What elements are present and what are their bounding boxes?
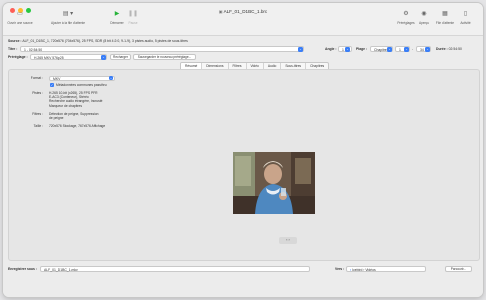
preview-image xyxy=(233,152,315,214)
reload-preset-button[interactable]: Recharger xyxy=(110,54,131,60)
queue-button[interactable]: ▦ File d'attente xyxy=(431,11,459,25)
preview-pager[interactable]: ‹ › xyxy=(279,237,297,244)
range-separator: - xyxy=(412,47,414,51)
chevron-down-icon: ⌄ xyxy=(387,47,392,52)
format-select[interactable]: MKV xyxy=(49,76,115,81)
filters-row: Filtres : Détection de peigne, Suppressi… xyxy=(32,112,99,121)
activity-icon: ▯ xyxy=(463,11,468,17)
save-as-label: Enregistrer sous : xyxy=(8,267,38,271)
title-label: Titre : xyxy=(8,47,18,51)
eye-icon: ◉ xyxy=(421,11,427,17)
passthru-metadata-label: Métadonnées communes passthru xyxy=(56,83,107,87)
app-window: ▣ ALF_01_D1BC_1.brc ▭ Ouvrir une source … xyxy=(3,3,483,297)
passthru-metadata-checkbox[interactable]: ✓ xyxy=(50,83,54,87)
film-icon: ▭ xyxy=(17,11,23,17)
queue-add-icon: ▤ ▾ xyxy=(62,11,74,17)
add-to-queue-button[interactable]: ▤ ▾ Ajouter à la file d'attente xyxy=(46,11,90,25)
open-source-button[interactable]: ▭ Ouvrir une source xyxy=(7,11,33,25)
presets-icon: ⚙ xyxy=(403,11,409,17)
chevron-down-icon: ⌄ xyxy=(404,47,409,52)
angle-label: Angle : xyxy=(325,47,337,51)
destination-label: Vers : xyxy=(335,267,345,271)
presets-button[interactable]: ⚙ Préréglages xyxy=(394,11,418,25)
video-preview-frame xyxy=(233,152,315,214)
chevron-down-icon: ⌄ xyxy=(345,47,350,52)
activity-button[interactable]: ▯ Activité xyxy=(458,11,473,25)
chevron-down-icon: ⌄ xyxy=(101,55,106,60)
chevron-down-icon: ⌄ xyxy=(425,47,430,52)
pause-button[interactable]: ❚❚ Pause xyxy=(126,11,140,25)
duration: Durée : 02:54:50 xyxy=(436,47,462,51)
browse-button[interactable]: Parcourir... xyxy=(445,266,472,272)
chevron-down-icon: ⌄ xyxy=(298,47,303,52)
queue-icon: ▦ xyxy=(442,11,448,17)
destination-path-control[interactable]: ▪ Icebird › Vidéos xyxy=(346,266,426,272)
preset-label: Préréglage : xyxy=(8,55,28,59)
range-label: Plage : xyxy=(356,47,368,51)
play-icon: ▶ xyxy=(114,11,120,17)
save-as-field[interactable]: ALF_01_D1BC_1.mkv xyxy=(40,266,310,272)
title-bar: ▣ ALF_01_D1BC_1.brc ▭ Ouvrir une source … xyxy=(3,3,483,36)
source-info: Source : ALF_01_D1BC_1, 720x576 (704x576… xyxy=(8,39,188,43)
tracks-row: Pistes : H.265 10-bit (x265), 25 FPS PFR… xyxy=(32,91,103,108)
save-new-preset-button[interactable]: Sauvegarder le nouveau préréglage... xyxy=(133,54,196,60)
size-row: Taille : 720x576 Stockage, 767x576 Affic… xyxy=(33,124,106,128)
start-button[interactable]: ▶ Démarrer xyxy=(107,11,127,25)
preset-select[interactable]: H.265 MKV 576p25 xyxy=(30,54,107,60)
pause-icon: ❚❚ xyxy=(127,11,139,17)
preview-button[interactable]: ◉ Aperçu xyxy=(417,11,431,25)
title-select[interactable]: 1 - 02:54:50 xyxy=(20,46,304,52)
chevron-down-icon: ⌄ xyxy=(109,76,113,80)
